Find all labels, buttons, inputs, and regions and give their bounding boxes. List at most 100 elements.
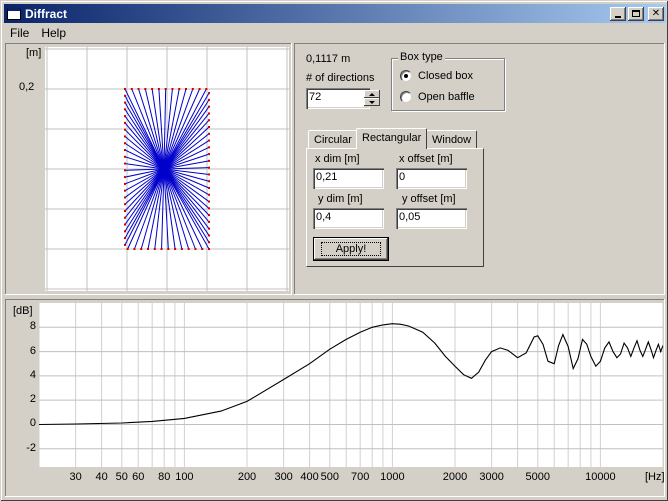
x-offset-value: 0 — [399, 171, 406, 183]
edge-point — [124, 176, 126, 179]
edge-point — [124, 121, 126, 124]
edge-point — [208, 105, 210, 108]
spin-up-button[interactable] — [364, 90, 380, 98]
edge-point — [208, 241, 210, 244]
tab-window[interactable]: Window — [426, 130, 478, 149]
edge-point — [144, 88, 147, 90]
y-dim-input[interactable]: 0,4 — [313, 208, 384, 229]
radio-open-baffle[interactable]: Open baffle — [400, 91, 475, 103]
spin-down-button[interactable] — [364, 98, 380, 106]
edge-point — [124, 115, 126, 118]
apply-button[interactable]: Apply! — [313, 237, 389, 261]
menu-help[interactable]: Help — [35, 26, 72, 40]
edge-point — [208, 187, 210, 189]
edge-point — [205, 88, 208, 90]
edge-point — [130, 88, 133, 90]
edge-point — [180, 248, 183, 250]
response-plot-svg — [38, 303, 664, 467]
apply-button-face: Apply! — [314, 238, 388, 260]
edge-point — [178, 88, 181, 90]
menu-bar: File Help — [4, 24, 666, 42]
response-x-tick-label: 30 — [69, 471, 82, 483]
tab-circular[interactable]: Circular — [308, 130, 358, 149]
edge-point — [208, 112, 210, 115]
response-y-tick-label: 0 — [29, 417, 36, 430]
response-panel: -2 0 2 4 6 8 [dB] 30 40 50 60 80 100 200 300 400 500 700 1… — [5, 299, 665, 497]
tab-rectangular[interactable]: Rectangular — [356, 128, 428, 149]
geometry-y-tick-label: 0,2 — [19, 81, 35, 93]
minimize-button[interactable] — [610, 6, 626, 21]
menu-file[interactable]: File — [4, 26, 35, 40]
minimize-icon — [615, 15, 621, 18]
directions-input[interactable]: 72 — [306, 88, 370, 109]
edge-point — [124, 108, 126, 111]
rectangular-tab-page: x dim [m] 0,21 x offset [m] 0 y dim [m] … — [306, 148, 484, 267]
edge-point — [208, 214, 210, 217]
edge-point — [133, 248, 136, 250]
directions-spinner[interactable] — [364, 90, 380, 107]
apply-button-label: Apply! — [320, 242, 382, 256]
response-y-tick-label: 4 — [29, 368, 36, 381]
edge-point — [208, 92, 210, 95]
edge-point — [208, 248, 210, 250]
y-offset-input[interactable]: 0,05 — [396, 208, 467, 229]
geometry-plot[interactable] — [45, 47, 289, 291]
edge-point — [124, 135, 126, 138]
x-dim-input[interactable]: 0,21 — [313, 168, 384, 189]
edge-point — [198, 88, 201, 90]
response-x-tick-label: 50 — [115, 471, 128, 483]
response-x-tick-label: 3000 — [479, 471, 504, 483]
x-offset-label: x offset [m] — [399, 153, 453, 165]
response-plot[interactable] — [38, 303, 664, 467]
response-x-tick-label: 200 — [237, 471, 257, 483]
geometry-plot-svg — [45, 47, 289, 291]
response-x-tick-label: 400 — [300, 471, 319, 483]
edge-point — [160, 248, 163, 250]
edge-point — [174, 248, 177, 250]
edge-point — [208, 119, 210, 122]
maximize-button[interactable] — [628, 6, 644, 21]
edge-point — [124, 149, 126, 151]
edge-point — [124, 182, 126, 185]
geometry-unit-label: [m] — [26, 47, 42, 59]
geometry-panel: [m] 0,2 — [5, 43, 292, 295]
tab-window-label: Window — [432, 134, 472, 146]
edge-point — [124, 169, 126, 172]
edge-point — [151, 88, 154, 90]
close-icon: ✕ — [651, 7, 661, 19]
direction-ray — [163, 168, 210, 223]
distance-readout: 0,1117 m — [306, 53, 351, 65]
edge-point — [208, 146, 210, 149]
app-icon — [7, 7, 21, 20]
response-y-tick-label: -2 — [26, 441, 36, 454]
edge-point — [208, 173, 210, 176]
edge-point — [124, 128, 126, 131]
edge-point — [208, 193, 210, 196]
edge-point — [208, 234, 210, 237]
title-bar[interactable]: Diffract ✕ — [4, 4, 666, 23]
edge-point — [187, 248, 190, 250]
edge-point — [208, 153, 210, 156]
tab-circular-label: Circular — [314, 134, 352, 146]
edge-point — [124, 101, 126, 104]
radio-closed-box-label: Closed box — [418, 70, 474, 82]
edge-point — [124, 243, 126, 246]
response-y-tick-label: 2 — [29, 393, 36, 406]
response-x-tick-label: 80 — [158, 471, 171, 483]
edge-point — [124, 210, 126, 212]
radio-open-baffle-indicator[interactable] — [400, 91, 412, 103]
edge-point — [208, 166, 210, 169]
edge-point — [124, 189, 126, 192]
radio-closed-box[interactable]: Closed box — [400, 70, 473, 82]
y-offset-label: y offset [m] — [402, 193, 456, 205]
response-x-tick-label: 500 — [320, 471, 339, 483]
radio-closed-box-indicator[interactable] — [400, 70, 412, 82]
close-button[interactable]: ✕ — [648, 6, 664, 21]
x-offset-input[interactable]: 0 — [396, 168, 467, 189]
edge-point — [208, 98, 210, 101]
response-x-tick-label: 700 — [350, 471, 370, 483]
arrow-up-icon — [369, 92, 375, 96]
edge-point — [126, 248, 129, 250]
edge-point — [201, 248, 204, 250]
response-x-tick-label: 300 — [274, 471, 293, 483]
